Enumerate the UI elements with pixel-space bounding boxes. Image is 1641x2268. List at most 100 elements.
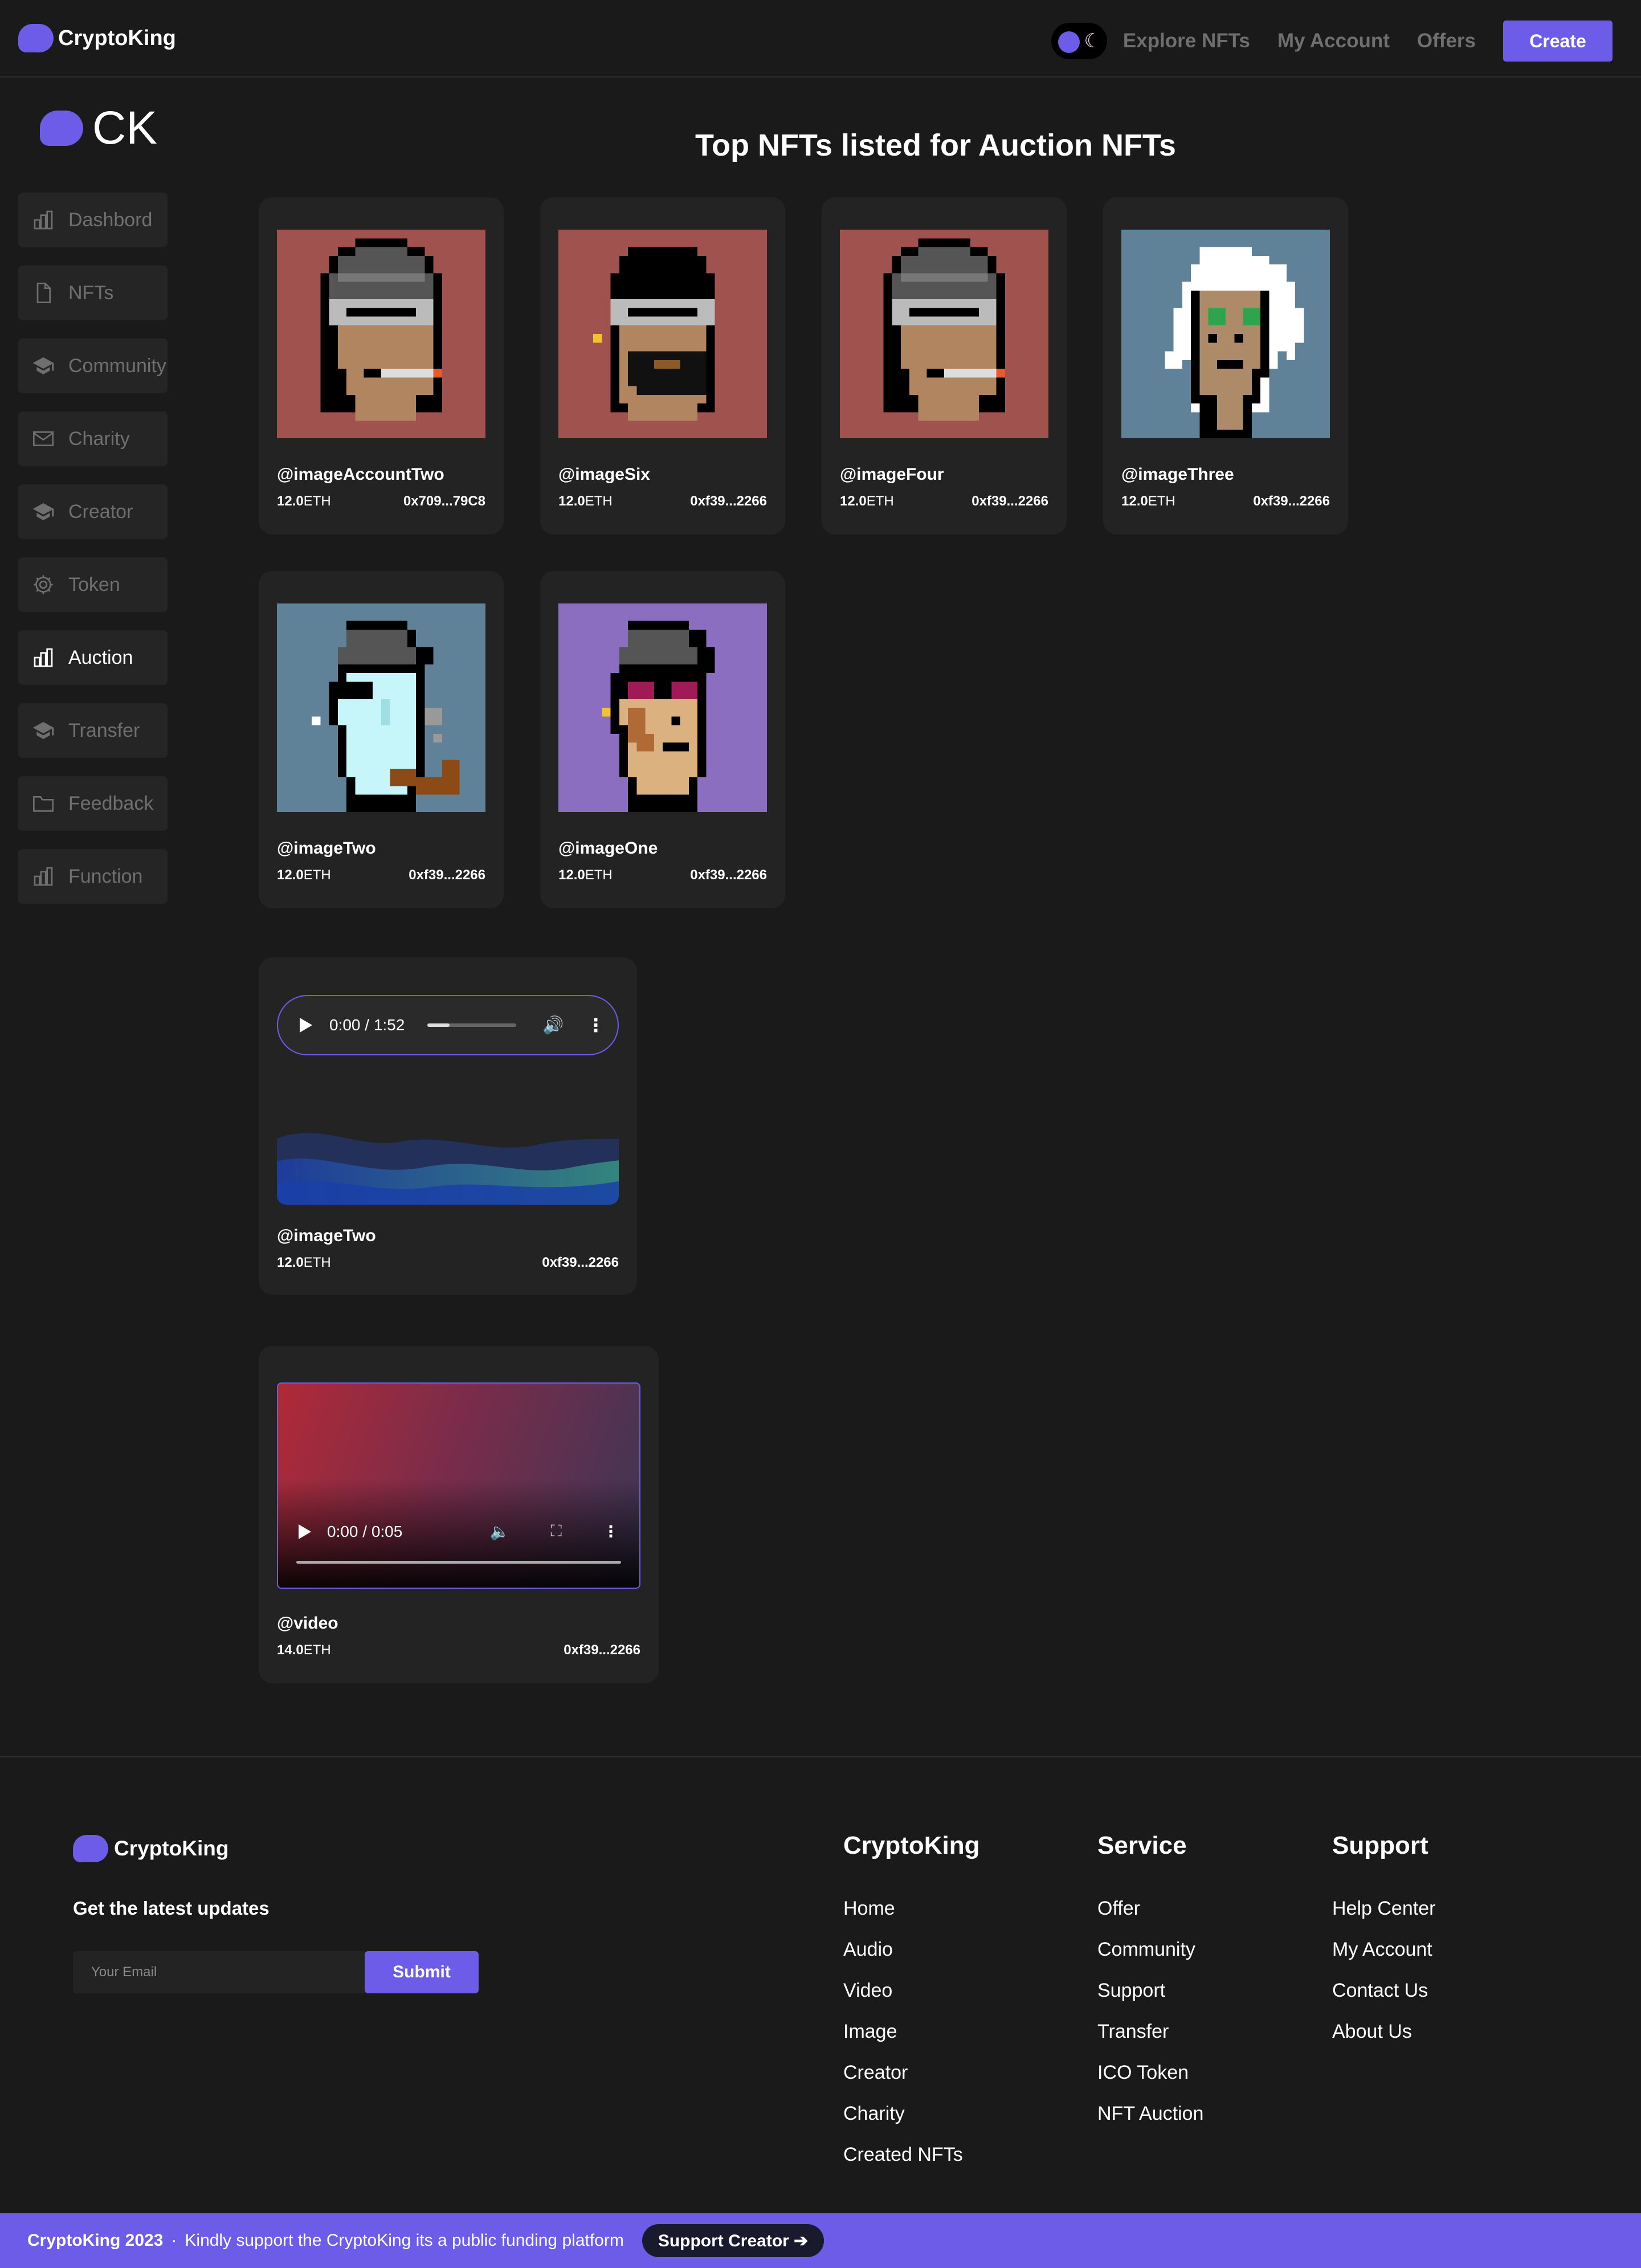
- nft-image: [558, 215, 767, 452]
- nft-meta: 12.0ETH 0xf39...2266: [277, 867, 485, 883]
- copyright-text: CryptoKing 2023: [27, 2231, 164, 2250]
- footer-link-charity[interactable]: Charity: [843, 2103, 980, 2144]
- nav-my-account[interactable]: My Account: [1277, 30, 1390, 52]
- sidebar-item-creator[interactable]: Creator: [18, 484, 168, 539]
- sidebar-item-nfts[interactable]: NFTs: [18, 266, 168, 320]
- graduation-cap-icon: [31, 499, 56, 524]
- nft-address: 0xf39...2266: [542, 1255, 619, 1270]
- volume-icon[interactable]: 🔊: [542, 1015, 564, 1035]
- submit-button[interactable]: Submit: [365, 1951, 479, 1993]
- footer-link-home[interactable]: Home: [843, 1898, 980, 1939]
- footer-link-video[interactable]: Video: [843, 1980, 980, 2021]
- bar-chart-icon: [31, 645, 56, 670]
- nft-price: 12.0ETH: [277, 1255, 331, 1271]
- nft-card[interactable]: @imageTwo 12.0ETH 0xf39...2266: [259, 571, 504, 908]
- sidebar-item-label: Dashbord: [68, 209, 153, 231]
- page-title: Top NFTs listed for Auction NFTs: [695, 128, 1176, 162]
- sidebar-item-label: Charity: [68, 427, 130, 450]
- footer-link-help-center[interactable]: Help Center: [1332, 1898, 1435, 1939]
- video-controls: 0:00 / 0:05 🔈 ⛶ ⋮: [299, 1522, 619, 1541]
- nft-name: @imageThree: [1121, 465, 1234, 484]
- price-unit: ETH: [866, 493, 894, 509]
- nft-image: [558, 589, 767, 826]
- fullscreen-icon[interactable]: ⛶: [550, 1522, 562, 1541]
- video-player[interactable]: 0:00 / 0:05 🔈 ⛶ ⋮: [277, 1382, 640, 1589]
- sidebar-item-label: Feedback: [68, 792, 154, 814]
- toggle-knob: [1058, 31, 1080, 53]
- nav-offers[interactable]: Offers: [1417, 30, 1476, 52]
- nft-card[interactable]: @imageFour 12.0ETH 0xf39...2266: [822, 197, 1067, 535]
- nft-card[interactable]: @imageAccountTwo 12.0ETH 0x709...79C8: [259, 197, 504, 535]
- nft-name: @imageOne: [558, 839, 658, 858]
- footer-link-nft-auction[interactable]: NFT Auction: [1097, 2103, 1203, 2144]
- sidebar-logo[interactable]: CK: [40, 101, 157, 155]
- footer-link-audio[interactable]: Audio: [843, 1939, 980, 1980]
- nft-name: @imageFour: [840, 465, 944, 484]
- nft-address: 0xf39...2266: [564, 1642, 640, 1658]
- email-field[interactable]: [73, 1951, 365, 1993]
- sidebar-item-transfer[interactable]: Transfer: [18, 703, 168, 758]
- create-button[interactable]: Create: [1503, 21, 1613, 62]
- sidebar-item-dashbord[interactable]: Dashbord: [18, 193, 168, 247]
- brand-logo[interactable]: CryptoKing: [18, 24, 176, 52]
- brand-name: CryptoKing: [58, 26, 176, 50]
- gear-icon: [31, 572, 56, 597]
- footer-link-image[interactable]: Image: [843, 2021, 980, 2062]
- theme-toggle[interactable]: ☾: [1051, 23, 1107, 59]
- nft-image: [840, 215, 1048, 452]
- graduation-cap-icon: [31, 718, 56, 743]
- sidebar-item-auction[interactable]: Auction: [18, 630, 168, 685]
- mute-icon[interactable]: 🔈: [490, 1522, 510, 1541]
- nft-card[interactable]: @imageThree 12.0ETH 0xf39...2266: [1103, 197, 1348, 535]
- nav-explore-nfts[interactable]: Explore NFTs: [1123, 30, 1250, 52]
- footer-column-title: Service: [1097, 1831, 1187, 1859]
- footer: CryptoKing Get the latest updates Submit…: [0, 1756, 1641, 2212]
- nft-address: 0xf39...2266: [690, 867, 767, 883]
- nft-card[interactable]: @imageOne 12.0ETH 0xf39...2266: [540, 571, 785, 908]
- more-options-icon[interactable]: ⋮: [587, 1014, 605, 1036]
- sidebar-item-charity[interactable]: Charity: [18, 411, 168, 466]
- footer-link-support[interactable]: Support: [1097, 1980, 1203, 2021]
- audio-progress-track[interactable]: [427, 1023, 517, 1027]
- footer-link-community[interactable]: Community: [1097, 1939, 1203, 1980]
- bottom-banner: CryptoKing 2023 · Kindly support the Cry…: [0, 2213, 1641, 2268]
- audio-player[interactable]: 0:00 / 1:52 🔊 ⋮: [277, 995, 619, 1055]
- nft-address: 0xf39...2266: [690, 493, 767, 509]
- footer-link-transfer[interactable]: Transfer: [1097, 2021, 1203, 2062]
- nft-price: 12.0ETH: [277, 867, 331, 883]
- sidebar-item-label: Community: [68, 354, 166, 377]
- sidebar-item-label: Function: [68, 865, 143, 887]
- nft-price: 12.0ETH: [1121, 493, 1175, 509]
- audio-nft-card[interactable]: 0:00 / 1:52 🔊 ⋮ @imageTwo 12.0ETH 0xf39.…: [259, 957, 637, 1295]
- footer-link-my-account[interactable]: My Account: [1332, 1939, 1435, 1980]
- footer-link-contact-us[interactable]: Contact Us: [1332, 1980, 1435, 2021]
- nft-image: [1121, 215, 1330, 452]
- sidebar-item-function[interactable]: Function: [18, 849, 168, 904]
- sidebar-item-label: Creator: [68, 500, 133, 523]
- footer-link-created-nfts[interactable]: Created NFTs: [843, 2144, 980, 2185]
- video-progress-track[interactable]: [296, 1561, 621, 1564]
- sidebar-item-token[interactable]: Token: [18, 557, 168, 612]
- nft-price: 12.0ETH: [277, 493, 331, 509]
- footer-link-ico-token[interactable]: ICO Token: [1097, 2062, 1203, 2103]
- footer-link-offer[interactable]: Offer: [1097, 1898, 1203, 1939]
- sidebar-item-feedback[interactable]: Feedback: [18, 776, 168, 831]
- price-value: 12.0: [558, 867, 585, 883]
- footer-brand[interactable]: CryptoKing: [73, 1835, 228, 1862]
- nft-meta: 14.0ETH 0xf39...2266: [277, 1642, 640, 1658]
- top-nav: ☾ Explore NFTs My Account Offers Create: [1051, 21, 1613, 62]
- sidebar: Dashbord NFTs Community Charity Creator …: [18, 193, 168, 922]
- more-options-icon[interactable]: ⋮: [603, 1522, 619, 1541]
- support-creator-button[interactable]: Support Creator ➔: [642, 2224, 824, 2257]
- price-value: 12.0: [840, 493, 867, 509]
- bar-chart-icon: [31, 864, 56, 889]
- nft-address: 0xf39...2266: [1253, 493, 1330, 509]
- sidebar-item-community[interactable]: Community: [18, 338, 168, 393]
- footer-link-creator[interactable]: Creator: [843, 2062, 980, 2103]
- footer-link-about-us[interactable]: About Us: [1332, 2021, 1435, 2062]
- sidebar-item-label: Token: [68, 573, 120, 595]
- nft-card[interactable]: @imageSix 12.0ETH 0xf39...2266: [540, 197, 785, 535]
- play-icon[interactable]: [299, 1524, 311, 1539]
- video-nft-card[interactable]: 0:00 / 0:05 🔈 ⛶ ⋮ @video 14.0ETH 0xf39..…: [259, 1346, 659, 1683]
- play-icon[interactable]: [300, 1018, 312, 1033]
